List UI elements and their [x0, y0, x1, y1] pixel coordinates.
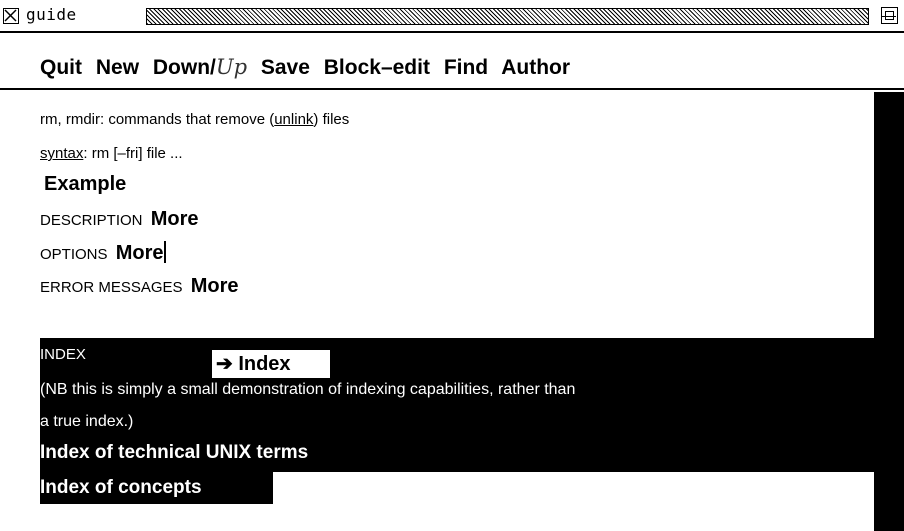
- title-drag-area[interactable]: [146, 8, 869, 25]
- index-button[interactable]: ➔ Index: [212, 350, 330, 378]
- description-more-button[interactable]: More: [151, 208, 199, 230]
- heading-line: rm, rmdir: commands that remove (unlink)…: [40, 111, 349, 128]
- errors-more-button[interactable]: More: [191, 275, 239, 297]
- block-edit-button[interactable]: Block–edit: [324, 56, 430, 79]
- errors-line: ERROR MESSAGES More: [40, 275, 239, 298]
- description-line: DESCRIPTION More: [40, 208, 198, 231]
- save-button[interactable]: Save: [261, 56, 310, 79]
- errors-label: ERROR MESSAGES: [40, 279, 183, 296]
- zoom-icon[interactable]: [881, 7, 898, 24]
- index-label: INDEX: [40, 346, 86, 363]
- text-cursor: [164, 241, 167, 263]
- options-more-button[interactable]: More: [116, 242, 164, 264]
- syntax-line: syntax: rm [–fri] file ...: [40, 145, 183, 162]
- heading-text: rm, rmdir: commands that remove (: [40, 111, 275, 128]
- note-line-1: (NB this is simply a small demonstration…: [40, 381, 576, 398]
- heading-suffix: ) files: [313, 111, 350, 128]
- scrollbar[interactable]: [874, 92, 904, 531]
- close-icon[interactable]: [3, 8, 19, 24]
- note-line-2: a true index.): [40, 413, 134, 430]
- new-button[interactable]: New: [96, 56, 139, 79]
- author-button[interactable]: Author: [501, 56, 570, 79]
- menu-row: Quit New Down/Up Save Block–edit Find Au…: [40, 55, 570, 80]
- title-bar[interactable]: guide: [0, 0, 904, 33]
- menu-bar: Quit New Down/Up Save Block–edit Find Au…: [0, 33, 904, 90]
- index-unix-terms-button[interactable]: Index of technical UNIX terms: [40, 442, 308, 464]
- index-concepts-button[interactable]: Index of concepts: [40, 477, 202, 499]
- syntax-text: : rm [–fri] file ...: [83, 145, 183, 162]
- find-button[interactable]: Find: [444, 56, 488, 79]
- description-label: DESCRIPTION: [40, 212, 143, 229]
- options-line: OPTIONS More: [40, 241, 167, 265]
- quit-button[interactable]: Quit: [40, 56, 82, 79]
- unlink-link[interactable]: unlink: [274, 111, 313, 128]
- options-label: OPTIONS: [40, 246, 108, 263]
- down-button[interactable]: Down/: [153, 56, 216, 79]
- window-title: guide: [26, 5, 77, 24]
- up-button[interactable]: Up: [216, 55, 247, 79]
- syntax-link[interactable]: syntax: [40, 145, 83, 162]
- example-button[interactable]: Example: [44, 173, 126, 196]
- index-button-label: ➔ Index: [216, 353, 291, 375]
